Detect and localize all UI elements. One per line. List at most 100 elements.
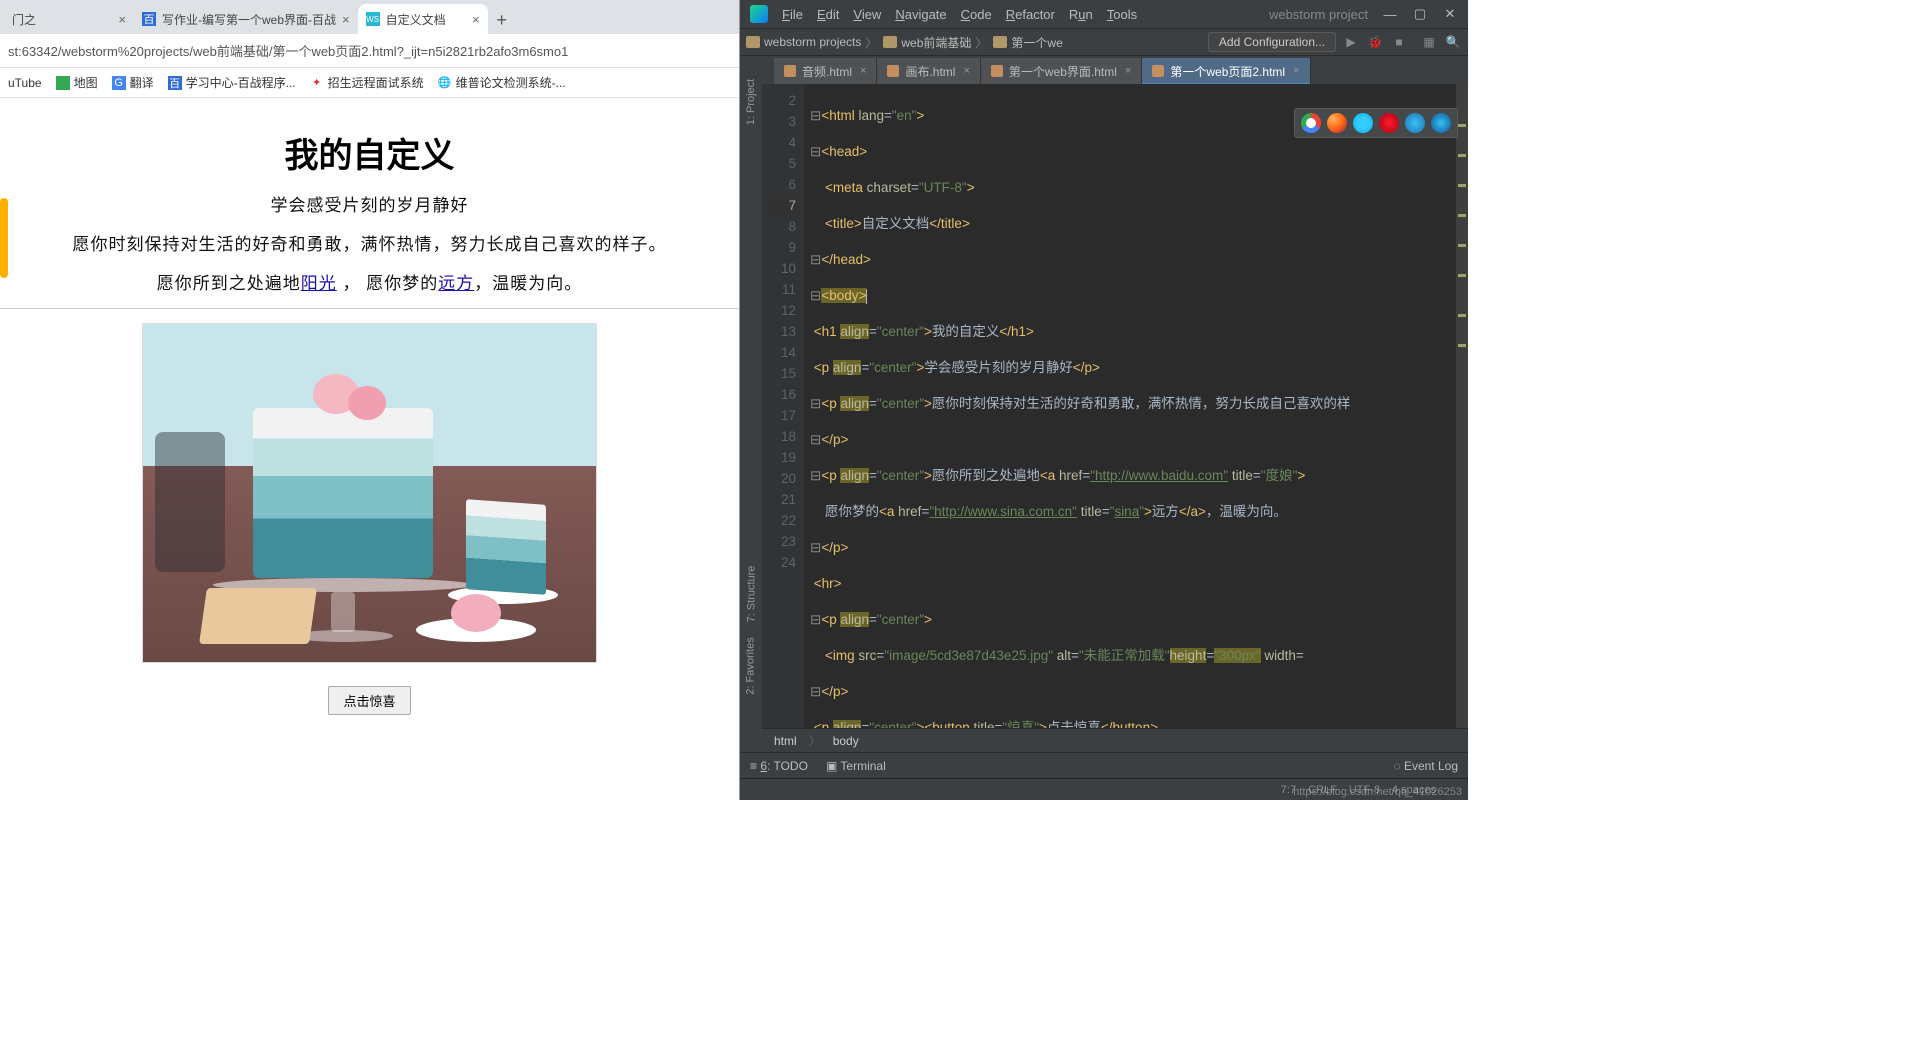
stop-icon[interactable]: ■ <box>1390 33 1408 51</box>
close-icon[interactable]: × <box>342 12 350 27</box>
menu-run[interactable]: Run <box>1069 7 1093 22</box>
address-bar[interactable]: st:63342/webstorm%20projects/web前端基础/第一个… <box>0 34 739 68</box>
map-icon <box>56 76 70 90</box>
line-numbers: 23456 7 89101112131415161718192021222324 <box>762 84 804 728</box>
code-area[interactable]: ⊟<html lang="en"> ⊟<head> <meta charset=… <box>804 84 1468 728</box>
edge-icon[interactable] <box>1431 113 1451 133</box>
menu-edit[interactable]: Edit <box>817 7 839 22</box>
text-caret <box>866 289 867 304</box>
editor-tab[interactable]: 音频.html× <box>774 58 877 84</box>
bookmark[interactable]: 地图 <box>56 74 98 91</box>
page-paragraph: 愿你所到之处遍地阳光 ， 愿你梦的远方，温暖为向。 <box>0 269 739 294</box>
breadcrumb-node[interactable]: body <box>833 734 859 748</box>
code-editor[interactable]: 23456 7 89101112131415161718192021222324… <box>762 84 1468 728</box>
close-icon[interactable]: × <box>472 12 480 27</box>
site-icon: ✦ <box>310 76 324 90</box>
folder-icon <box>746 36 760 48</box>
menu-code[interactable]: Code <box>961 7 992 22</box>
link-faraway[interactable]: 远方 <box>438 274 474 293</box>
new-tab-button[interactable]: + <box>488 6 516 34</box>
close-icon[interactable]: ✕ <box>1442 6 1458 22</box>
ide-menubar: File Edit View Navigate Code Refactor Ru… <box>740 0 1468 28</box>
html-file-icon <box>887 65 899 77</box>
chrome-icon[interactable] <box>1301 113 1321 133</box>
close-icon[interactable]: × <box>118 12 126 27</box>
breadcrumb[interactable]: 第一个we <box>993 34 1062 51</box>
editor-marker-bar[interactable] <box>1456 84 1468 728</box>
favorites-tool-button[interactable]: 2: Favorites <box>745 637 757 694</box>
link-sunshine[interactable]: 阳光 <box>301 274 337 293</box>
surprise-button[interactable]: 点击惊喜 <box>328 686 410 715</box>
search-icon[interactable]: 🔍 <box>1444 33 1462 51</box>
divider <box>0 308 739 309</box>
bookmark[interactable]: 🌐维普论文检测系统-... <box>438 74 566 91</box>
folder-icon <box>883 36 897 48</box>
breadcrumb[interactable]: webstorm projects〉 <box>746 34 877 51</box>
close-icon[interactable]: × <box>1293 65 1299 77</box>
translate-icon: G <box>112 76 126 90</box>
minimize-icon[interactable]: — <box>1382 7 1398 22</box>
bookmark[interactable]: 百学习中心-百战程序... <box>168 74 296 91</box>
menu-refactor[interactable]: Refactor <box>1006 7 1055 22</box>
menu-tools[interactable]: Tools <box>1107 7 1137 22</box>
layout-icon[interactable]: ▦ <box>1420 33 1438 51</box>
menu-view[interactable]: View <box>853 7 881 22</box>
bookmark[interactable]: uTube <box>8 76 42 90</box>
maximize-icon[interactable]: ▢ <box>1412 6 1428 22</box>
editor-breadcrumb-bar: html 〉 body <box>762 728 1468 752</box>
breadcrumb[interactable]: web前端基础〉 <box>883 34 987 51</box>
open-in-browser-toolbar <box>1294 108 1458 138</box>
page-paragraph: 学会感受片刻的岁月静好 <box>0 191 739 216</box>
close-icon[interactable]: × <box>860 65 866 77</box>
project-name: webstorm project <box>1269 7 1368 22</box>
html-file-icon <box>991 65 1003 77</box>
editor-tab[interactable]: 第一个web界面.html× <box>981 58 1142 84</box>
favicon-icon: 百 <box>142 12 156 26</box>
ide-navbar: webstorm projects〉 web前端基础〉 第一个we Add Co… <box>740 28 1468 56</box>
page-paragraph: 愿你时刻保持对生活的好奇和勇敢，满怀热情，努力长成自己喜欢的样子。 <box>0 230 739 255</box>
bookmark[interactable]: G翻译 <box>112 74 154 91</box>
tab-title: 写作业-编写第一个web界面-百战 <box>162 11 336 28</box>
add-configuration-button[interactable]: Add Configuration... <box>1208 32 1336 52</box>
page-content: 我的自定义 学会感受片刻的岁月静好 愿你时刻保持对生活的好奇和勇敢，满怀热情，努… <box>0 98 739 800</box>
html-file-icon <box>1152 65 1164 77</box>
close-icon[interactable]: × <box>963 65 969 77</box>
opera-icon[interactable] <box>1379 113 1399 133</box>
browser-tab-active[interactable]: WS 自定义文档 × <box>358 4 488 34</box>
tab-title: 门之 <box>12 11 36 28</box>
safari-icon[interactable] <box>1353 113 1373 133</box>
cake-image <box>142 323 597 663</box>
firefox-icon[interactable] <box>1327 113 1347 133</box>
breadcrumb-node[interactable]: html <box>774 734 797 748</box>
page-heading: 我的自定义 <box>0 128 739 177</box>
globe-icon: 🌐 <box>438 76 452 90</box>
browser-tab[interactable]: 门之 × <box>4 4 134 34</box>
html-file-icon <box>784 65 796 77</box>
debug-icon[interactable]: 🐞 <box>1366 33 1384 51</box>
bookmark[interactable]: ✦招生远程面试系统 <box>310 74 424 91</box>
browser-tabstrip: 门之 × 百 写作业-编写第一个web界面-百战 × WS 自定义文档 × + <box>0 0 739 34</box>
browser-window: 门之 × 百 写作业-编写第一个web界面-百战 × WS 自定义文档 × + … <box>0 0 740 800</box>
watermark-text: https://blog.csdn.net/qq_41026253 <box>1293 786 1462 798</box>
event-log-button[interactable]: ◌ Event Log <box>1393 759 1458 773</box>
editor-tabs: 音频.html× 画布.html× 第一个web界面.html× 第一个web页… <box>762 56 1468 84</box>
editor-tab-active[interactable]: 第一个web页面2.html× <box>1142 58 1310 84</box>
structure-tool-button[interactable]: 7: Structure <box>745 566 757 623</box>
browser-tab[interactable]: 百 写作业-编写第一个web界面-百战 × <box>134 4 358 34</box>
editor-tab[interactable]: 画布.html× <box>877 58 980 84</box>
run-icon[interactable]: ▶ <box>1342 33 1360 51</box>
terminal-tool-button[interactable]: ▣ Terminal <box>826 759 886 773</box>
ide-status-bar: 7:7 CRLF UTF-8 4 spaces https://blog.csd… <box>740 778 1468 800</box>
ie-icon[interactable] <box>1405 113 1425 133</box>
ide-toolwindow-bar: ≡ 6: TODO ▣ Terminal ◌ Event Log <box>740 752 1468 778</box>
ide-window: File Edit View Navigate Code Refactor Ru… <box>740 0 1468 800</box>
project-tool-button[interactable]: 1: Project <box>745 79 757 125</box>
site-icon: 百 <box>168 76 182 90</box>
tool-gutter-left: 1: Project 7: Structure 2: Favorites <box>740 56 762 752</box>
scrollbar-thumb[interactable] <box>0 198 8 278</box>
menu-navigate[interactable]: Navigate <box>895 7 946 22</box>
todo-tool-button[interactable]: ≡ 6: TODO <box>750 759 808 773</box>
close-icon[interactable]: × <box>1125 65 1131 77</box>
tab-title: 自定义文档 <box>386 11 446 28</box>
menu-file[interactable]: File <box>782 7 803 22</box>
